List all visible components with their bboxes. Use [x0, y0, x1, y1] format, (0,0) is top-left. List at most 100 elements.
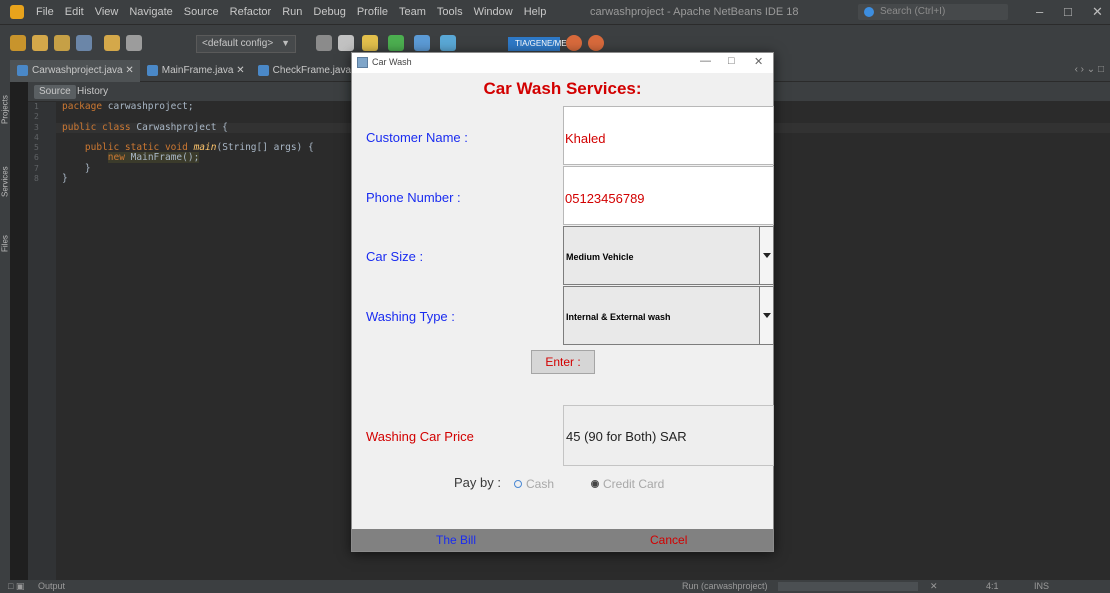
- washing-type-select[interactable]: Internal & External wash: [563, 286, 774, 345]
- side-tab-projects[interactable]: Projects: [0, 80, 10, 140]
- hammer-icon[interactable]: [362, 35, 378, 51]
- code-text: (String[] args) {: [216, 142, 314, 154]
- profiler-icon[interactable]: [588, 35, 604, 51]
- menu-profile[interactable]: Profile: [357, 6, 388, 18]
- menu-navigate[interactable]: Navigate: [129, 6, 172, 18]
- menu-team[interactable]: Team: [399, 6, 426, 18]
- side-tab-files[interactable]: Files: [0, 224, 10, 264]
- tab-mainframe[interactable]: MainFrame.java ✕: [140, 60, 251, 82]
- radio-selected-icon: [591, 480, 599, 488]
- line-number: 5: [34, 143, 39, 153]
- output-icon[interactable]: □ ▣: [8, 581, 24, 592]
- keyword: package: [62, 101, 103, 112]
- enter-button[interactable]: Enter :: [531, 350, 595, 374]
- tab-label: CheckFrame.java: [272, 64, 352, 76]
- menu-run[interactable]: Run: [282, 6, 302, 18]
- redo-icon[interactable]: [126, 35, 142, 51]
- menu-view[interactable]: View: [95, 6, 119, 18]
- tab-label: Carwashproject.java: [32, 64, 123, 76]
- output-tab[interactable]: Output: [38, 581, 65, 591]
- radio-icon: [514, 480, 522, 488]
- car-size-label: Car Size :: [366, 249, 424, 264]
- menu-tools[interactable]: Tools: [437, 6, 463, 18]
- java-file-icon: [17, 64, 28, 76]
- keyword: new: [107, 152, 125, 164]
- maximize-icon[interactable]: □: [728, 55, 735, 67]
- history-tab[interactable]: History: [72, 85, 113, 99]
- credit-card-label: Credit Card: [603, 477, 665, 491]
- debug-icon[interactable]: [414, 35, 430, 51]
- java-file-icon: [146, 64, 158, 76]
- code-text: Carwashproject {: [130, 121, 228, 133]
- close-icon[interactable]: ✕: [1092, 4, 1103, 20]
- new-project-icon[interactable]: [10, 35, 26, 51]
- java-file-icon: [257, 64, 269, 76]
- car-size-value: Medium Vehicle: [566, 252, 634, 262]
- washing-type-label: Washing Type :: [366, 309, 455, 324]
- menu-window[interactable]: Window: [474, 6, 513, 18]
- java-app-icon: [357, 57, 368, 68]
- run-icon[interactable]: [388, 35, 404, 51]
- phone-number-label: Phone Number :: [366, 190, 461, 205]
- tab-carwashproject[interactable]: Carwashproject.java ✕: [10, 59, 140, 82]
- cash-radio[interactable]: Cash: [514, 477, 554, 491]
- menu-source[interactable]: Source: [184, 6, 219, 18]
- open-project-icon[interactable]: [54, 35, 70, 51]
- ide-search-input[interactable]: Search (Ctrl+I): [858, 4, 1008, 20]
- line-number: 8: [34, 174, 39, 184]
- line-number: 7: [34, 163, 39, 173]
- netbeans-icon: [10, 5, 24, 19]
- save-all-icon[interactable]: [76, 35, 92, 51]
- line-number-gutter: 1 2 3 4 5 6 7 8: [28, 102, 56, 580]
- new-file-icon[interactable]: [32, 35, 48, 51]
- run-progress-bar: [778, 582, 918, 591]
- config-select[interactable]: <default config> ▼: [196, 35, 296, 53]
- insert-mode: INS: [1034, 581, 1050, 591]
- code-text: }: [84, 162, 91, 174]
- line-number: 1: [34, 102, 39, 111]
- washing-price-label: Washing Car Price: [366, 429, 474, 444]
- clean-build-icon[interactable]: [338, 35, 354, 51]
- dialog-titlebar: Car Wash — □ ✕: [352, 53, 773, 73]
- cash-label: Cash: [526, 477, 555, 491]
- credit-card-radio[interactable]: Credit Card: [591, 477, 664, 491]
- memory-indicator[interactable]: TIA/GENE/ME: [508, 37, 567, 51]
- undo-icon[interactable]: [104, 35, 120, 51]
- line-number: 3: [34, 122, 39, 132]
- chevron-down-icon: ▼: [281, 38, 290, 48]
- close-icon[interactable]: ✕: [754, 55, 763, 68]
- cancel-button[interactable]: Cancel: [650, 533, 687, 547]
- tab-scroll-icons[interactable]: ‹ › ⌄ □: [1075, 64, 1104, 75]
- menu-debug[interactable]: Debug: [313, 6, 345, 18]
- side-tab-services[interactable]: Services: [0, 152, 10, 212]
- menu-bar: File Edit View Navigate Source Refactor …: [36, 6, 546, 18]
- customer-name-field[interactable]: Khaled: [563, 106, 774, 165]
- build-icon[interactable]: [316, 35, 332, 51]
- source-tab[interactable]: Source: [34, 85, 76, 99]
- line-number: 6: [34, 153, 39, 163]
- search-icon: [864, 7, 874, 17]
- washing-price-value: 45 (90 for Both) SAR: [563, 405, 774, 466]
- car-size-select[interactable]: Medium Vehicle: [563, 226, 774, 285]
- chevron-down-icon[interactable]: [759, 227, 773, 284]
- code-text: }: [62, 173, 68, 185]
- maximize-icon[interactable]: □: [1064, 4, 1072, 19]
- menu-help[interactable]: Help: [524, 6, 547, 18]
- side-tab-strip: Projects Services Files: [0, 60, 10, 580]
- keyword: public class: [62, 121, 131, 133]
- minimize-icon[interactable]: —: [700, 55, 711, 67]
- code-text: carwashproject;: [102, 101, 194, 112]
- stop-icon[interactable]: ✕: [930, 581, 938, 592]
- profile-icon[interactable]: [440, 35, 456, 51]
- menu-file[interactable]: File: [36, 6, 54, 18]
- minimize-icon[interactable]: –: [1036, 4, 1043, 19]
- gc-icon[interactable]: [566, 35, 582, 51]
- bill-button[interactable]: The Bill: [436, 533, 476, 547]
- chevron-down-icon[interactable]: [759, 287, 773, 344]
- menu-edit[interactable]: Edit: [65, 6, 84, 18]
- caret-position: 4:1: [986, 581, 999, 591]
- menu-refactor[interactable]: Refactor: [230, 6, 272, 18]
- phone-number-field[interactable]: 05123456789: [563, 166, 774, 225]
- config-value: <default config>: [202, 38, 274, 49]
- customer-name-label: Customer Name :: [366, 130, 468, 145]
